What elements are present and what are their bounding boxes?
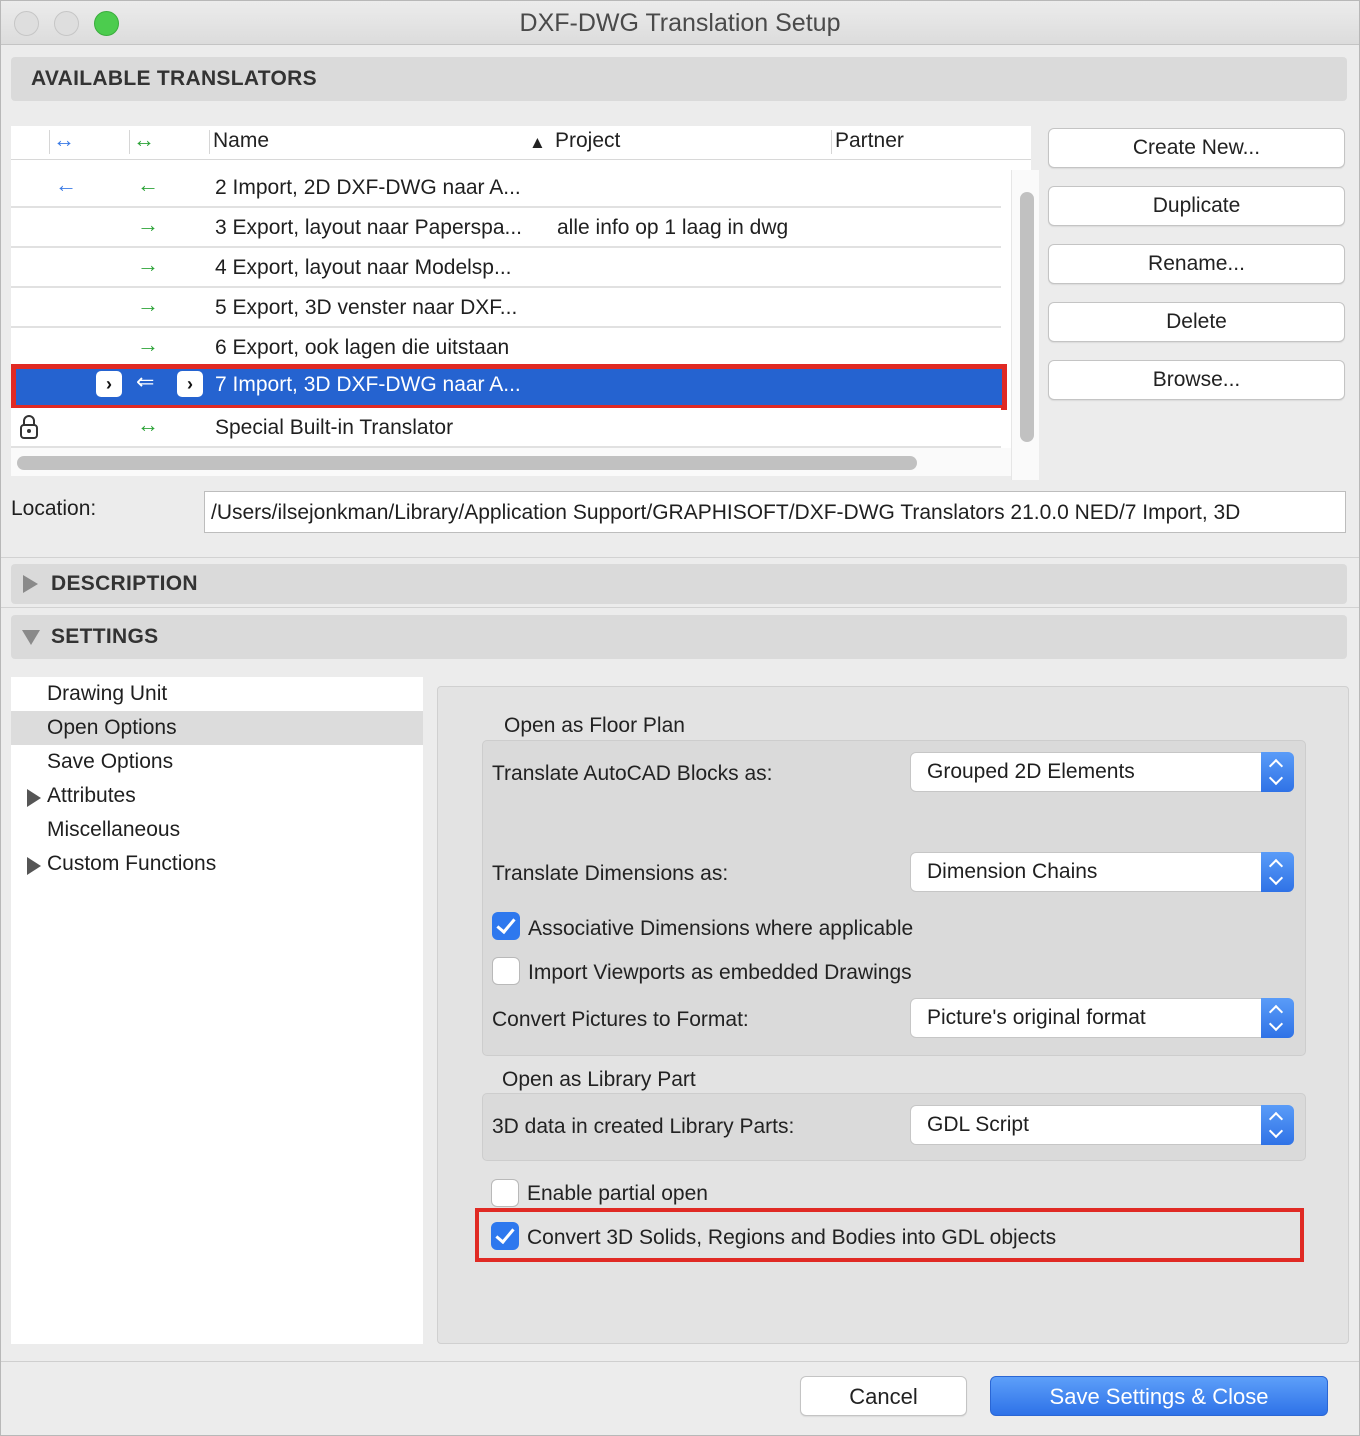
library-part-group: 3D data in created Library Parts: GDL Sc…	[482, 1093, 1306, 1161]
dimensions-select[interactable]: Dimension Chains	[910, 852, 1294, 892]
library-data-label: 3D data in created Library Parts:	[492, 1115, 795, 1138]
available-translators-header: AVAILABLE TRANSLATORS	[11, 57, 1347, 101]
row-name: Special Built-in Translator	[215, 416, 454, 439]
window-title: DXF-DWG Translation Setup	[519, 9, 841, 37]
tree-item-save-options[interactable]: Save Options	[11, 745, 423, 779]
title-bar: DXF-DWG Translation Setup	[1, 1, 1359, 45]
tree-item-label: Attributes	[47, 784, 136, 807]
description-header[interactable]: DESCRIPTION	[11, 564, 1347, 604]
table-row[interactable]: ← ← 2 Import, 2D DXF-DWG naar A...	[11, 168, 1001, 208]
dimensions-label: Translate Dimensions as:	[492, 862, 729, 885]
sort-ascending-icon: ▲	[529, 133, 546, 152]
location-label: Location:	[11, 497, 97, 520]
tree-item-attributes[interactable]: Attributes	[11, 779, 423, 813]
import-arrow-blue-icon: ←	[55, 172, 77, 197]
pictures-select[interactable]: Picture's original format	[910, 998, 1294, 1038]
associative-dimensions-label: Associative Dimensions where applicable	[528, 917, 914, 940]
stepper-icon	[1261, 1105, 1294, 1145]
column-name[interactable]: Name	[213, 129, 269, 153]
enable-partial-open-label: Enable partial open	[527, 1182, 708, 1205]
row-name: 4 Export, layout naar Modelsp...	[215, 256, 512, 279]
export-arrow-icon: →	[137, 212, 159, 237]
convert-solids-label: Convert 3D Solids, Regions and Bodies in…	[527, 1226, 1057, 1249]
delete-button[interactable]: Delete	[1048, 302, 1345, 342]
blocks-select[interactable]: Grouped 2D Elements	[910, 752, 1294, 792]
associative-dimensions-checkbox[interactable]	[492, 912, 520, 940]
table-row[interactable]: → 6 Export, ook lagen die uitstaan	[11, 328, 1001, 368]
disclosure-triangle-icon[interactable]	[27, 789, 41, 807]
import-viewports-checkbox[interactable]	[492, 957, 520, 985]
section-label: SETTINGS	[51, 625, 159, 648]
save-settings-close-button[interactable]: Save Settings & Close	[990, 1376, 1328, 1416]
column-project[interactable]: Project	[555, 129, 620, 153]
floor-plan-group-title: Open as Floor Plan	[504, 714, 685, 737]
scroll-thumb[interactable]	[17, 456, 917, 470]
tree-item-drawing-unit[interactable]: Drawing Unit	[11, 677, 423, 711]
double-arrow-icon: ↔	[137, 412, 159, 437]
scroll-thumb[interactable]	[1020, 192, 1034, 442]
cancel-button[interactable]: Cancel	[800, 1376, 967, 1416]
export-arrow-icon: →	[137, 332, 159, 357]
table-row[interactable]: → 5 Export, 3D venster naar DXF...	[11, 288, 1001, 328]
row-name: 2 Import, 2D DXF-DWG naar A...	[215, 176, 521, 199]
pictures-select-value: Picture's original format	[927, 1006, 1146, 1029]
import-viewports-label: Import Viewports as embedded Drawings	[528, 961, 912, 984]
settings-header[interactable]: SETTINGS	[11, 615, 1347, 659]
rename-button[interactable]: Rename...	[1048, 244, 1345, 284]
table-row[interactable]: ↔ Special Built-in Translator	[11, 408, 1001, 448]
stepper-icon	[1261, 852, 1294, 892]
horizontal-scrollbar[interactable]	[11, 448, 1011, 476]
location-field[interactable]: /Users/ilsejonkman/Library/Application S…	[204, 491, 1346, 533]
tree-item-label: Custom Functions	[47, 852, 217, 875]
open-options-pane: Open as Floor Plan Translate AutoCAD Blo…	[437, 686, 1349, 1344]
import-arrow-green-icon: ←	[137, 172, 159, 197]
duplicate-button[interactable]: Duplicate	[1048, 186, 1345, 226]
dialog-window: DXF-DWG Translation Setup AVAILABLE TRAN…	[0, 0, 1360, 1436]
export-arrow-icon: →	[137, 292, 159, 317]
table-row-selected[interactable]: › ⇐ › 7 Import, 3D DXF-DWG naar A...	[11, 364, 1007, 410]
blocks-label: Translate AutoCAD Blocks as:	[492, 762, 773, 785]
row-name: 6 Export, ook lagen die uitstaan	[215, 336, 510, 359]
translators-table: ↔ ↔ Name ▲ Project Partner ← ← 2 Import,…	[11, 126, 1039, 480]
section-label: DESCRIPTION	[51, 572, 198, 595]
disclosure-triangle-icon[interactable]	[27, 857, 41, 875]
tree-item-open-options[interactable]: Open Options	[11, 711, 423, 745]
pictures-label: Convert Pictures to Format:	[492, 1008, 749, 1031]
disclosure-chevron-icon[interactable]: ›	[177, 371, 203, 397]
column-partner[interactable]: Partner	[835, 129, 904, 153]
table-header: ↔ ↔ Name ▲ Project Partner	[11, 126, 1031, 160]
stepper-icon	[1261, 998, 1294, 1038]
disclosure-triangle-right-icon[interactable]	[23, 575, 38, 593]
row-name: 5 Export, 3D venster naar DXF...	[215, 296, 518, 319]
double-arrow-green-icon: ↔	[133, 127, 155, 152]
row-name: 7 Import, 3D DXF-DWG naar A...	[215, 373, 521, 396]
export-arrow-icon: →	[137, 252, 159, 277]
library-part-group-title: Open as Library Part	[502, 1068, 696, 1091]
enable-partial-open-checkbox[interactable]	[491, 1179, 519, 1207]
create-new-button[interactable]: Create New...	[1048, 128, 1345, 168]
import-arrow-icon: ⇐	[136, 369, 155, 394]
blocks-select-value: Grouped 2D Elements	[927, 760, 1135, 783]
stepper-icon	[1261, 752, 1294, 792]
table-row[interactable]: → 3 Export, layout naar Paperspa... alle…	[11, 208, 1001, 248]
library-data-select[interactable]: GDL Script	[910, 1105, 1294, 1145]
lock-icon	[19, 414, 39, 446]
convert-solids-checkbox[interactable]	[491, 1222, 519, 1250]
table-row[interactable]: → 4 Export, layout naar Modelsp...	[11, 248, 1001, 288]
section-label: AVAILABLE TRANSLATORS	[31, 67, 317, 90]
library-data-select-value: GDL Script	[927, 1113, 1029, 1136]
disclosure-chevron-icon[interactable]: ›	[96, 371, 122, 397]
floor-plan-group: Translate AutoCAD Blocks as: Grouped 2D …	[482, 740, 1306, 1056]
vertical-scrollbar[interactable]	[1011, 170, 1039, 480]
tree-item-custom-functions[interactable]: Custom Functions	[11, 847, 423, 881]
row-name: 3 Export, layout naar Paperspa...	[215, 216, 523, 239]
row-project: alle info op 1 laag in dwg	[557, 216, 789, 239]
double-arrow-blue-icon: ↔	[53, 127, 75, 152]
disclosure-triangle-down-icon[interactable]	[22, 630, 40, 645]
dimensions-select-value: Dimension Chains	[927, 860, 1098, 883]
browse-button[interactable]: Browse...	[1048, 360, 1345, 400]
settings-tree: Drawing Unit Open Options Save Options A…	[11, 677, 423, 1344]
tree-item-miscellaneous[interactable]: Miscellaneous	[11, 813, 423, 847]
